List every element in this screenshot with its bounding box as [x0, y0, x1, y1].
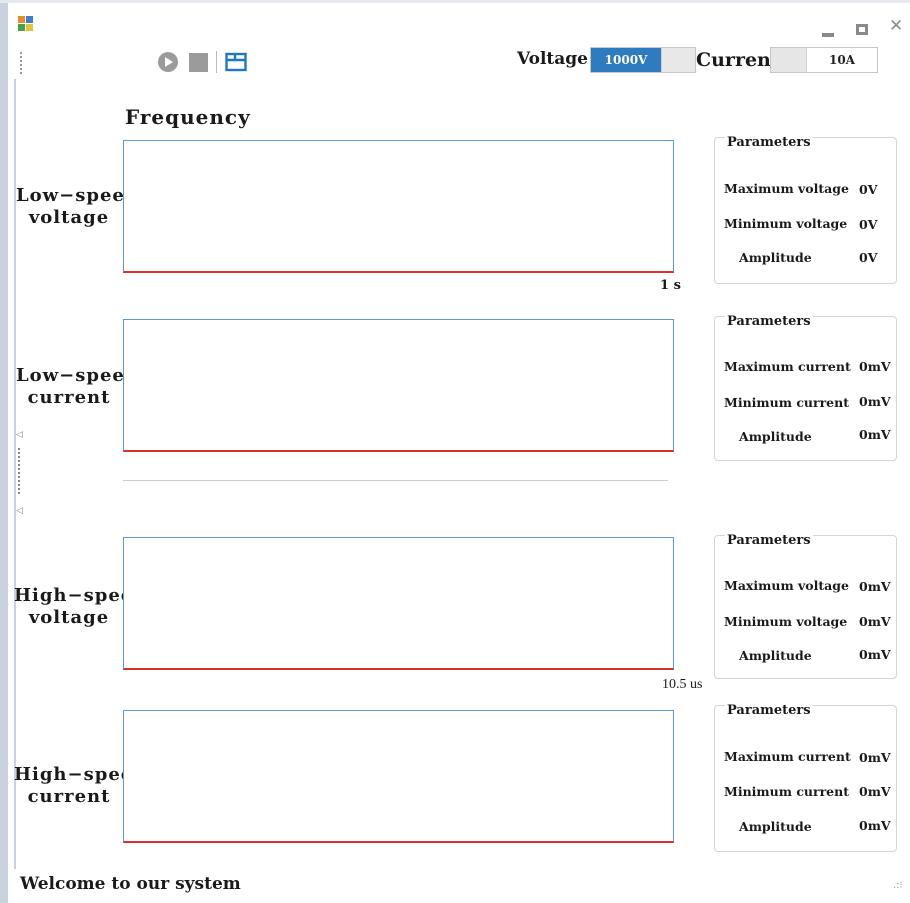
label-line: voltage [28, 207, 110, 228]
param-value: 0V [859, 250, 878, 265]
splitter-arrow-icon[interactable]: ◁ [16, 506, 23, 516]
param-name: Minimum voltage [724, 614, 848, 629]
low-speed-voltage-label: Low−speed voltage [16, 185, 139, 229]
high-speed-voltage-parameters: Parameters Maximum voltage 0mV Minimum v… [714, 533, 897, 679]
current-toggle-off-segment[interactable] [771, 48, 807, 72]
parameters-title: Parameters [725, 314, 813, 329]
maximize-icon[interactable] [856, 24, 868, 35]
param-name: Amplitude [739, 648, 812, 663]
param-name: Maximum current [724, 359, 851, 374]
param-value: 0mV [859, 614, 891, 629]
label-line: Low−speed [16, 365, 139, 386]
parameters-title: Parameters [725, 135, 813, 150]
low-speed-voltage-plot[interactable] [123, 140, 674, 273]
param-value: 0mV [859, 647, 891, 662]
label-line: Low−speed [16, 185, 139, 206]
voltage-range-toggle[interactable]: 1000V [590, 47, 696, 73]
label-line: voltage [28, 607, 110, 628]
status-message: Welcome to our system [20, 874, 241, 894]
voltage-label: Voltage [517, 49, 588, 69]
high-speed-current-plot[interactable] [123, 710, 674, 843]
param-value: 0V [859, 217, 878, 232]
param-name: Amplitude [739, 429, 812, 444]
param-value: 0mV [859, 579, 891, 594]
current-range-value[interactable]: 10A [807, 48, 877, 72]
label-line: current [27, 786, 111, 807]
param-value: 0mV [859, 784, 891, 799]
splitter-grip-icon[interactable] [18, 448, 20, 494]
splitter-arrow-icon[interactable]: ◁ [16, 430, 23, 440]
toolbar-grip-icon[interactable] [20, 52, 23, 74]
low-speed-current-label: Low−speed current [16, 365, 139, 409]
folder-icon[interactable] [225, 52, 247, 72]
param-value: 0mV [859, 394, 891, 409]
current-label: Current [696, 49, 780, 71]
param-name: Amplitude [739, 819, 812, 834]
param-value: 0mV [859, 359, 891, 374]
play-icon[interactable] [158, 52, 178, 72]
high-speed-voltage-label: High−speed voltage [14, 585, 147, 629]
minimize-icon[interactable] [822, 33, 834, 37]
param-name: Maximum current [724, 749, 851, 764]
param-name: Amplitude [739, 250, 812, 265]
voltage-toggle-off-segment[interactable] [661, 48, 695, 72]
parameters-title: Parameters [725, 703, 813, 718]
frequency-title: Frequency [125, 105, 251, 129]
high-speed-current-parameters: Parameters Maximum current 0mV Minimum c… [714, 703, 897, 852]
close-icon[interactable]: ✕ [889, 18, 903, 35]
param-name: Maximum voltage [724, 181, 849, 196]
current-range-toggle[interactable]: 10A [770, 47, 878, 73]
low-speed-time-label: 1 s [660, 278, 681, 293]
title-bar [0, 0, 910, 3]
param-value: 0V [859, 182, 878, 197]
param-name: Minimum current [724, 784, 849, 799]
label-line: High−speed [14, 585, 147, 606]
param-value: 0mV [859, 750, 891, 765]
param-name: Minimum current [724, 395, 849, 410]
param-value: 0mV [859, 818, 891, 833]
low-speed-current-parameters: Parameters Maximum current 0mV Minimum c… [714, 314, 897, 461]
high-speed-voltage-plot[interactable] [123, 537, 674, 670]
high-speed-current-label: High−speed current [14, 764, 147, 808]
toolbar-separator [216, 51, 217, 73]
low-speed-current-plot[interactable] [123, 319, 674, 452]
label-line: current [27, 387, 111, 408]
resize-grip-icon[interactable]: .:⁝ [893, 880, 903, 891]
parameters-title: Parameters [725, 533, 813, 548]
high-speed-time-label: 10.5 us [662, 677, 703, 692]
section-divider [123, 480, 668, 481]
voltage-range-value[interactable]: 1000V [591, 48, 661, 72]
label-line: High−speed [14, 764, 147, 785]
param-value: 0mV [859, 427, 891, 442]
param-name: Maximum voltage [724, 578, 849, 593]
app-icon [18, 16, 34, 32]
stop-icon[interactable] [189, 53, 208, 72]
low-speed-voltage-parameters: Parameters Maximum voltage 0V Minimum vo… [714, 135, 897, 284]
param-name: Minimum voltage [724, 216, 848, 231]
